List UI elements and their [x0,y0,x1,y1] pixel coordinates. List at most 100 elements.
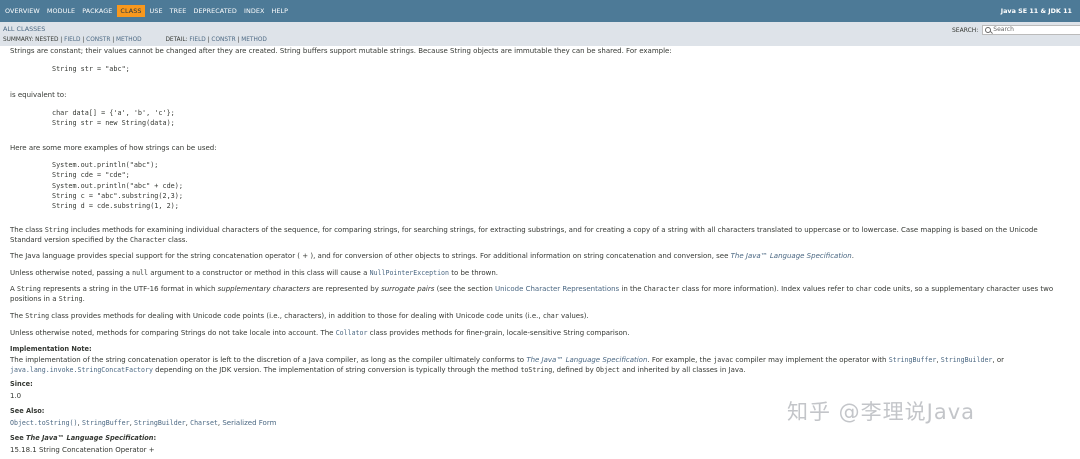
text: The Java language provides special suppo… [10,252,731,260]
since-value: 1.0 [10,392,22,400]
text: , defined by [552,365,597,374]
nav-deprecated[interactable]: DEPRECATED [191,6,239,17]
impl-note-text: The implementation of the string concate… [10,356,1070,375]
summary-field-link[interactable]: FIELD [64,37,80,43]
code-string: String [44,226,69,234]
detail-sep-2: | [237,37,240,43]
text: Unless otherwise noted, methods for comp… [10,329,336,337]
code-string: String [17,285,41,293]
code-char: char [855,285,872,293]
text: The class [10,226,45,234]
charset-link[interactable]: Charset [190,419,218,427]
stringbuffer-link[interactable]: StringBuffer [82,419,130,427]
brand-title: Java SE 11 & JDK 11 [1000,7,1072,15]
text: and inherited by all classes in Java. [619,365,746,374]
text: A [10,285,18,293]
summary-method-link[interactable]: METHOD [116,37,142,43]
text: to be thrown. [449,269,499,277]
stringbuilder-link[interactable]: StringBuilder [134,419,186,427]
code-character: Character [130,235,166,244]
para-code-points: The String class provides methods for de… [10,312,589,320]
para-equivalent: is equivalent to: [10,91,67,99]
code-tostring: toString [520,365,553,374]
summary-constr-link[interactable]: CONSTR [86,37,110,43]
text: argument to a constructor or method in t… [147,269,370,277]
code-char: char [542,312,559,320]
stringbuffer-link[interactable]: StringBuffer [889,356,937,364]
nav-list: OVERVIEW MODULE PACKAGE CLASS USE TREE D… [3,5,293,17]
code-string: String [58,294,83,303]
search-input[interactable]: Search [982,25,1080,35]
term-surrogate: surrogate pairs [381,285,435,293]
unicode-repr-link[interactable]: Unicode Character Representations [495,285,619,293]
summary-detail-links: SUMMARY: NESTED | FIELD | CONSTR | METHO… [3,37,267,43]
text: See [10,434,26,442]
text: values). [558,312,589,320]
para-locale: Unless otherwise noted, methods for comp… [10,329,629,337]
nav-help[interactable]: HELP [269,6,290,17]
text: compiler may implement the operator with [733,356,889,364]
nav-tree[interactable]: TREE [168,6,189,17]
text: class provides methods for finer-grain, … [367,329,630,337]
top-nav-bar: OVERVIEW MODULE PACKAGE CLASS USE TREE D… [0,0,1080,22]
jls-link[interactable]: The Java™ Language Specification [731,252,852,260]
code-example-1: String str = "abc"; [52,65,130,73]
see-also-label: See Also: [10,407,45,415]
collator-link[interactable]: Collator [336,329,368,337]
nav-module[interactable]: MODULE [45,6,77,17]
para-class-string: The class String includes methods for ex… [10,226,1070,245]
para-constant: Strings are constant; their values canno… [10,47,672,55]
detail-prefix: DETAIL: [165,37,188,43]
object-tostring-link[interactable]: Object.toString() [10,419,78,427]
term-supplementary: supplementary characters [217,285,310,293]
detail-constr-link[interactable]: CONSTR [211,37,235,43]
stringconcatfactory-link[interactable]: java.lang.invoke.StringConcatFactory [10,366,153,374]
npe-link[interactable]: NullPointerException [370,269,449,277]
see-jls-label: See The Java™ Language Specification: [10,434,156,442]
code-null: null [132,269,148,277]
para-concat-support: The Java language provides special suppo… [10,252,854,260]
impl-note-label: Implementation Note: [10,345,92,353]
jls-title: The Java™ Language Specification [26,434,154,442]
text: class. [165,235,188,244]
text: . For example, the [647,356,714,364]
summary-prefix: SUMMARY: NESTED | [3,37,63,43]
detail-method-link[interactable]: METHOD [241,37,267,43]
nav-overview[interactable]: OVERVIEW [3,6,42,17]
code-example-2: char data[] = {'a', 'b', 'c'}; String st… [52,109,175,128]
nav-index[interactable]: INDEX [242,6,267,17]
zhihu-watermark: 知乎 @李理说Java [787,400,976,424]
text: . [851,252,854,260]
nav-class[interactable]: CLASS [117,5,145,17]
search-area: SEARCH: Search [952,25,1080,35]
summary-sep-2: | [112,37,115,43]
text: The [10,312,26,320]
para-null-argument: Unless otherwise noted, passing a null a… [10,269,498,277]
stringbuilder-link[interactable]: StringBuilder [941,356,993,364]
since-label: Since: [10,380,33,388]
search-placeholder: Search [993,26,1014,33]
nav-package[interactable]: PACKAGE [80,6,114,17]
text: , or [992,356,1005,364]
text: are represented by [309,285,382,293]
code-object: Object [596,365,620,374]
text: The implementation of the string concate… [10,356,527,364]
detail-sep-1: | [207,37,210,43]
code-javac: javac [713,356,734,364]
text: depending on the JDK version. The implem… [152,365,521,374]
search-icon [985,27,992,33]
code-character: Character [643,285,680,293]
para-utf16: A String represents a string in the UTF-… [10,285,1070,304]
jls-link[interactable]: The Java™ Language Specification [526,356,647,364]
sub-nav-bar: ALL CLASSES SUMMARY: NESTED | FIELD | CO… [0,22,1080,46]
code-example-3: System.out.println("abc"); String cde = … [52,161,183,211]
see-also-links: Object.toString(), StringBuffer, StringB… [10,419,276,427]
see-jls-value: 15.18.1 String Concatenation Operator + [10,446,155,454]
serialized-form-link[interactable]: Serialized Form [222,419,276,427]
all-classes-link[interactable]: ALL CLASSES [3,25,45,33]
code-string: String [25,312,50,320]
nav-use[interactable]: USE [148,6,165,17]
text: class provides methods for dealing with … [49,312,543,320]
text: class for more information). Index value… [679,285,856,293]
detail-field-link[interactable]: FIELD [189,37,205,43]
